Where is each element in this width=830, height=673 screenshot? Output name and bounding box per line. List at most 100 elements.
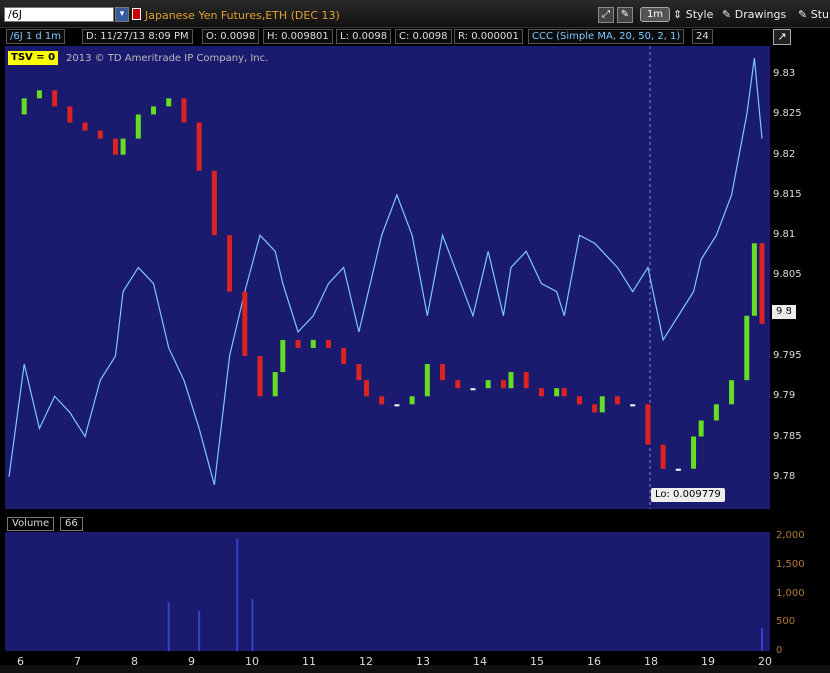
- volume-bar: [167, 602, 170, 651]
- price-candle: [592, 404, 598, 413]
- price-candle: [151, 106, 157, 115]
- price-candle: [409, 396, 415, 405]
- price-tick-label: 9.81: [773, 229, 796, 241]
- expand-icon[interactable]: ⤢: [598, 6, 614, 23]
- price-candle: [97, 130, 103, 139]
- drawings-label: Drawings: [734, 8, 787, 21]
- volume-bar: [761, 628, 763, 651]
- price-candle: [272, 372, 278, 397]
- status-bar: [0, 665, 830, 673]
- price-candle: [713, 404, 719, 421]
- flag-icon[interactable]: [132, 8, 141, 20]
- price-candle: [698, 420, 704, 437]
- price-tick-label: 9.8: [773, 309, 789, 321]
- volume-tick-label: 1,000: [776, 587, 805, 599]
- study-cell[interactable]: CCC (Simple MA, 20, 50, 2, 1): [528, 29, 685, 44]
- price-candle: [561, 388, 567, 397]
- price-candle: [196, 122, 202, 171]
- drawings-button[interactable]: ✎ Drawings: [722, 6, 786, 23]
- symbol-dropdown-icon[interactable]: ▾: [115, 7, 129, 22]
- price-candle: [744, 315, 750, 381]
- volume-tick-label: 0: [776, 645, 783, 656]
- wrench-icon[interactable]: ✎: [617, 6, 633, 23]
- symbol-description: Japanese Yen Futures,ETH (DEC 13): [145, 9, 340, 22]
- volume-tick-label: 1,500: [776, 558, 805, 570]
- price-candle: [295, 339, 301, 348]
- price-candle: [759, 243, 765, 324]
- range-cell: R: 0.000001: [454, 29, 523, 44]
- high-cell: H: 0.009801: [263, 29, 333, 44]
- price-candle: [394, 404, 400, 407]
- price-tick-label: 9.82: [773, 148, 796, 160]
- price-candle: [112, 138, 118, 155]
- price-candle: [325, 339, 331, 348]
- price-candle: [280, 339, 286, 373]
- volume-value: 66: [60, 517, 83, 531]
- close-cell: C: 0.0098: [395, 29, 452, 44]
- copyright-text: 2013 © TD Ameritrade IP Company, Inc.: [66, 53, 269, 64]
- price-candle: [363, 380, 369, 397]
- price-candle: [485, 380, 491, 389]
- chart-settings-icon[interactable]: ↗: [773, 29, 791, 45]
- price-candle: [36, 90, 42, 99]
- price-candle: [500, 380, 506, 389]
- studies-label: Stu: [810, 8, 829, 21]
- price-tick-label: 9.79: [773, 390, 796, 402]
- price-candle: [440, 364, 446, 381]
- volume-label: Volume: [7, 517, 55, 531]
- price-candle: [52, 90, 58, 107]
- price-candle: [523, 372, 529, 389]
- top-toolbar: /6J ▾ Japanese Yen Futures,ETH (DEC 13) …: [0, 0, 830, 28]
- volume-bar: [236, 538, 239, 651]
- price-candle: [538, 388, 544, 397]
- price-candle: [729, 380, 735, 405]
- price-candle: [211, 170, 217, 236]
- price-candle: [21, 98, 27, 115]
- price-candle: [614, 396, 620, 405]
- price-candle: [554, 388, 560, 397]
- price-candle: [181, 98, 187, 123]
- price-tick-label: 9.805: [773, 269, 802, 281]
- symbol-period-cell[interactable]: /6J 1 d 1m: [6, 29, 66, 44]
- study-value-cell: 24: [692, 29, 713, 44]
- price-tick-label: 9.815: [773, 188, 802, 200]
- price-candle: [630, 404, 636, 407]
- price-candle: [424, 364, 430, 397]
- price-candle: [82, 122, 88, 131]
- price-candle: [341, 347, 347, 365]
- price-candle: [691, 436, 697, 469]
- style-label: Style: [685, 8, 714, 21]
- price-candle: [660, 444, 666, 469]
- price-tick-label: 9.78: [773, 470, 796, 482]
- price-candle: [470, 388, 476, 391]
- price-candle: [67, 106, 73, 123]
- volume-tick-label: 2,000: [776, 530, 805, 541]
- price-candle: [576, 396, 582, 405]
- price-candle: [455, 380, 461, 389]
- studies-button[interactable]: ✎ Stu: [798, 6, 829, 23]
- volume-bar: [198, 610, 201, 651]
- price-chart: [8, 46, 765, 509]
- price-tick-label: 9.795: [773, 350, 802, 361]
- price-candle: [120, 138, 126, 155]
- price-candle: [599, 396, 605, 413]
- date-cell: D: 11/27/13 8:09 PM: [82, 29, 193, 44]
- price-candle: [751, 243, 757, 316]
- low-cell: L: 0.0098: [336, 29, 392, 44]
- style-button[interactable]: ⇕ Style: [673, 6, 713, 23]
- tsv-badge: TSV = 0: [8, 51, 59, 65]
- price-candle: [135, 114, 141, 139]
- symbol-input[interactable]: /6J: [4, 7, 114, 22]
- price-tick-label: 9.785: [773, 430, 802, 442]
- volume-bar: [251, 599, 254, 651]
- price-candle: [508, 372, 514, 389]
- price-candle: [310, 339, 316, 348]
- price-candle: [675, 468, 681, 471]
- price-candle: [242, 291, 248, 357]
- price-tick-label: 9.825: [773, 108, 802, 120]
- open-cell: O: 0.0098: [202, 29, 260, 44]
- price-candle: [227, 235, 233, 292]
- price-tick-label: 9.83: [773, 68, 796, 80]
- aggregation-button[interactable]: 1m: [640, 7, 670, 22]
- price-candle: [166, 98, 172, 107]
